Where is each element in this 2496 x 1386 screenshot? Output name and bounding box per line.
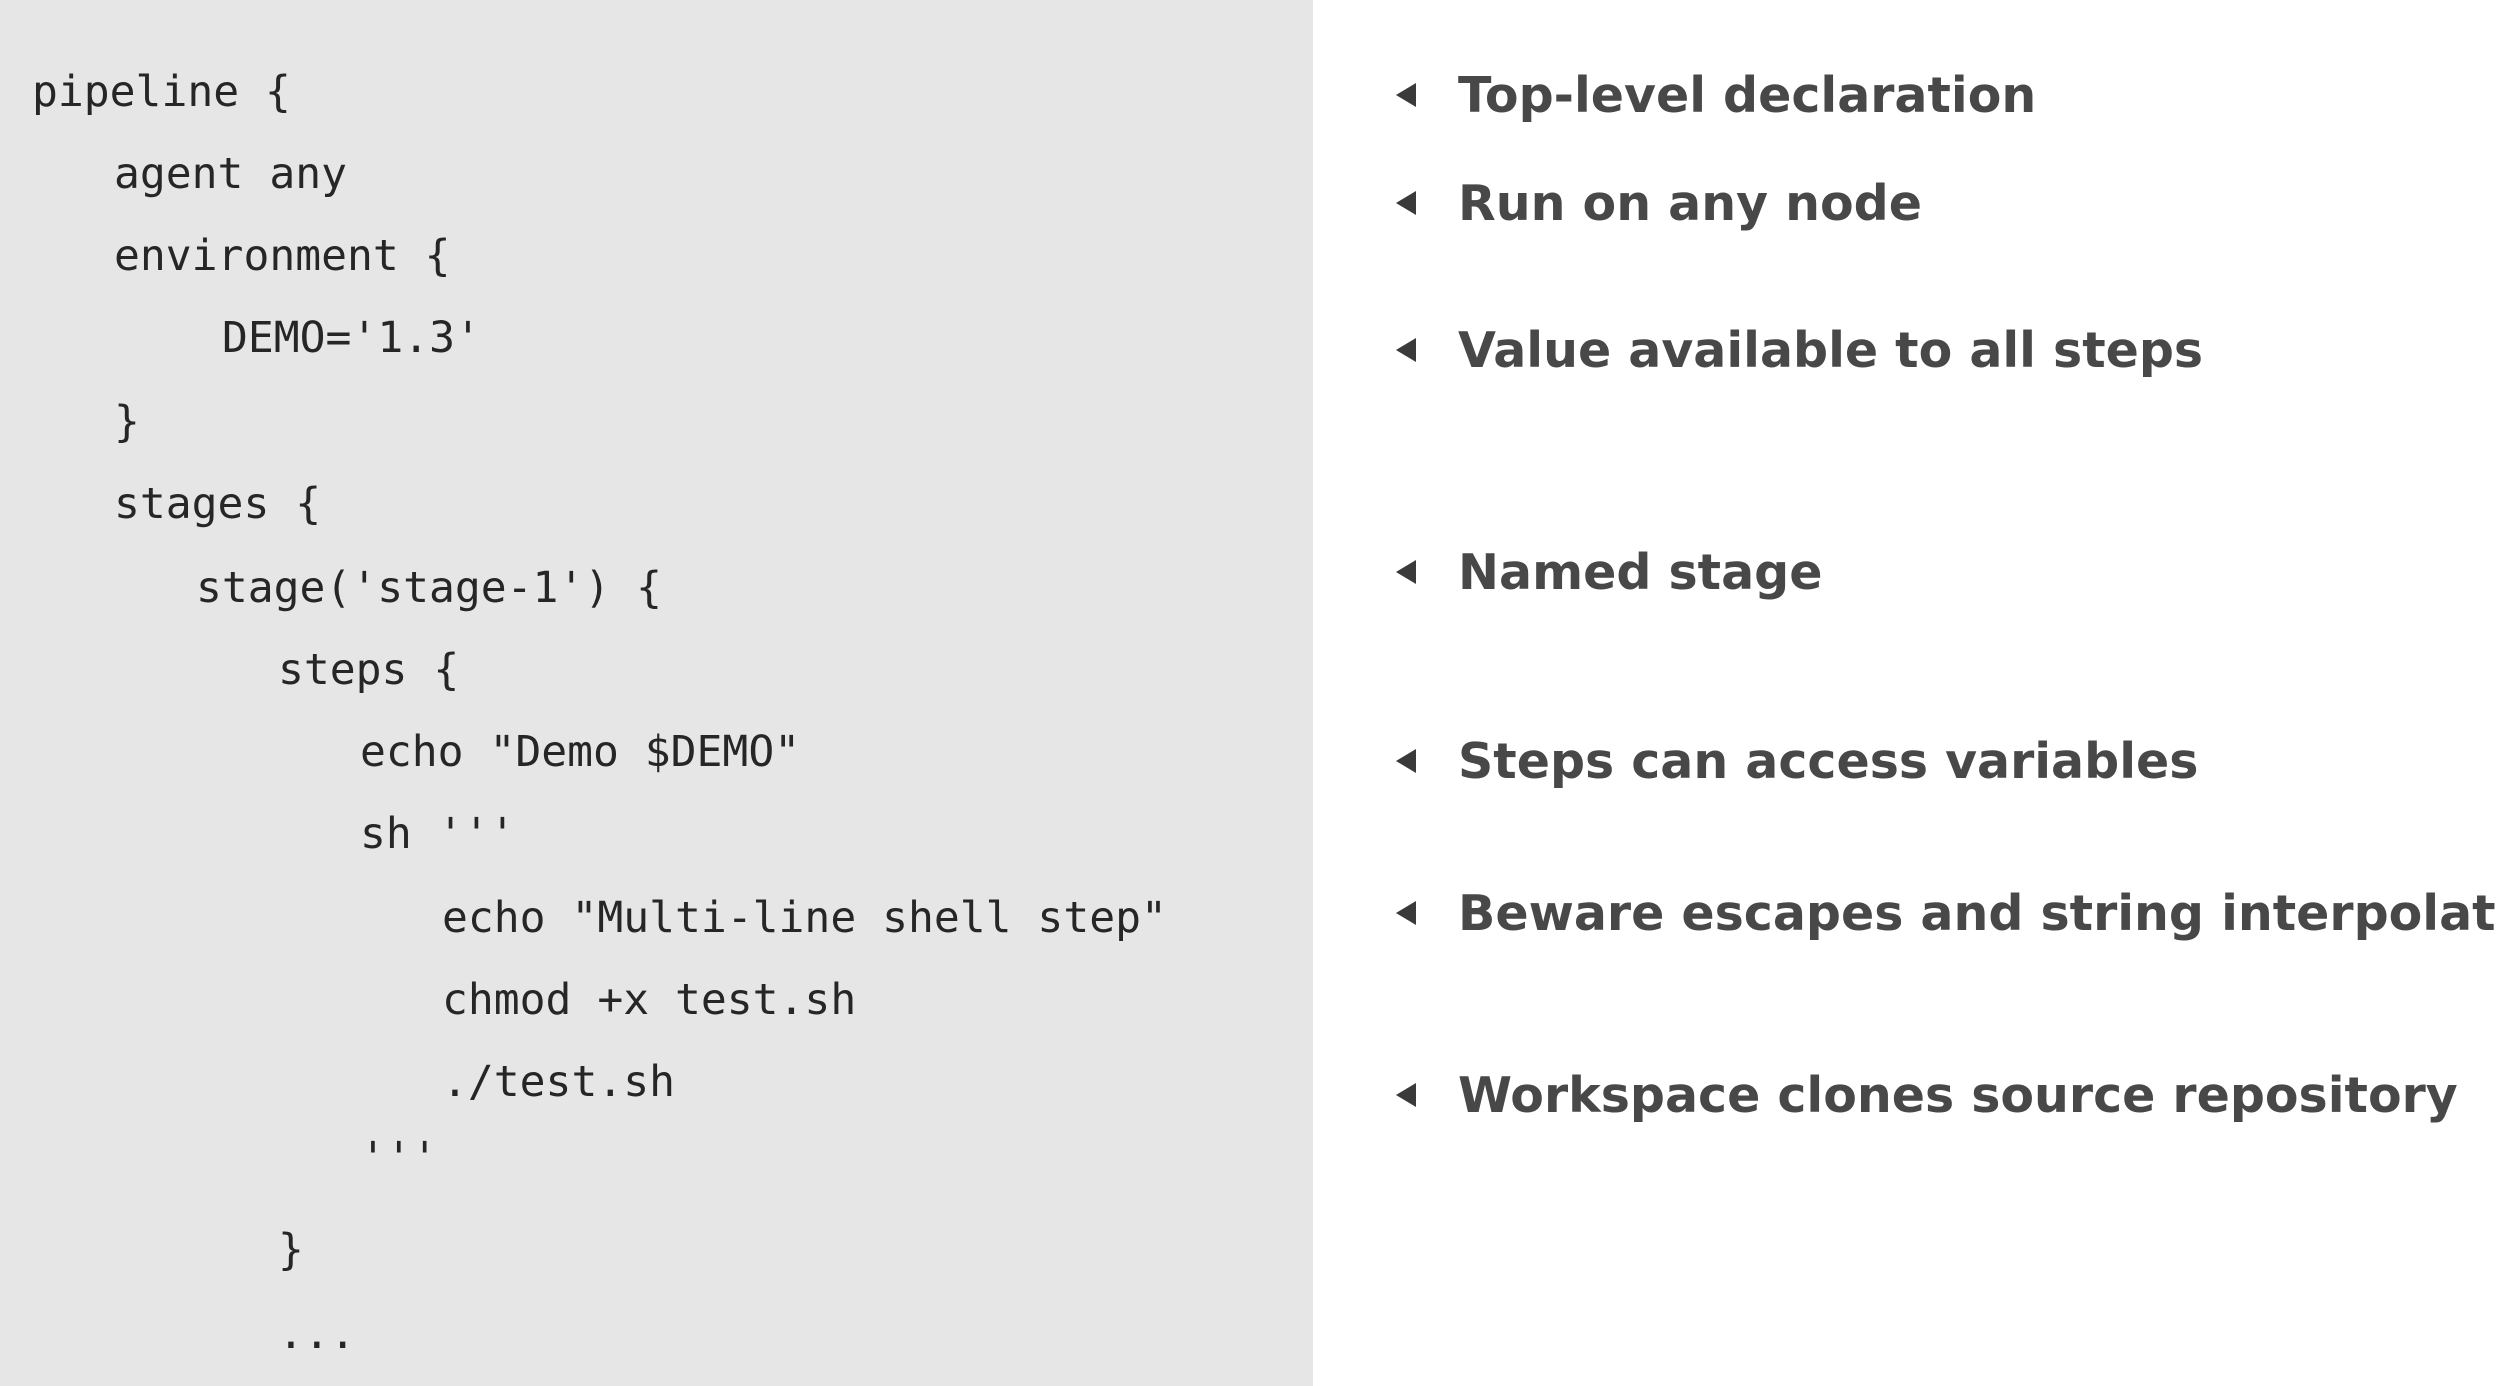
code-line-steps-close: } [278,1225,304,1275]
annotation-text: Run on any node [1458,174,1922,232]
code-line-demo-var: DEMO='1.3' [222,313,481,363]
annotation-text: Beware escapes and string interpolation [1458,884,2496,942]
annotation-top-level: Top-level declaration [1396,63,2036,127]
annotation-text: Workspace clones source repository [1458,1066,2458,1124]
annotation-agent: Run on any node [1396,171,1922,235]
annotation-environment: Value available to all steps [1396,318,2203,382]
annotation-text: Top-level declaration [1458,66,2037,124]
code-line-chmod: chmod +x test.sh [442,975,857,1025]
code-line-ellipsis: ... [278,1309,356,1359]
code-panel [0,0,1313,1386]
code-line-agent: agent any [114,149,347,199]
arrow-left-icon [1396,338,1416,362]
code-line-sh-open: sh ''' [360,809,516,859]
code-line-steps: steps { [278,645,460,695]
code-line-run-test: ./test.sh [442,1057,675,1107]
arrow-left-icon [1396,901,1416,925]
annotation-text: Value available to all steps [1458,321,2204,379]
annotation-workspace: Workspace clones source repository [1396,1063,2458,1127]
arrow-left-icon [1396,560,1416,584]
annotation-text: Named stage [1458,543,1823,601]
code-line-environment-close: } [114,397,140,447]
annotation-escapes: Beware escapes and string interpolation [1396,881,2496,945]
arrow-left-icon [1396,191,1416,215]
code-line-stages: stages { [114,479,322,529]
code-line-stage: stage('stage-1') { [196,563,662,613]
arrow-left-icon [1396,749,1416,773]
annotation-steps: Steps can access variables [1396,729,2198,793]
code-line-sh-close: ''' [360,1133,438,1183]
code-line-environment: environment { [114,231,451,281]
annotation-stage: Named stage [1396,540,1822,604]
code-line-echo-demo: echo "Demo $DEMO" [360,727,801,777]
annotation-text: Steps can access variables [1458,732,2199,790]
code-line-echo-multiline: echo "Multi-line shell step" [442,893,1167,943]
arrow-left-icon [1396,1083,1416,1107]
arrow-left-icon [1396,83,1416,107]
code-line-pipeline: pipeline { [32,67,291,117]
